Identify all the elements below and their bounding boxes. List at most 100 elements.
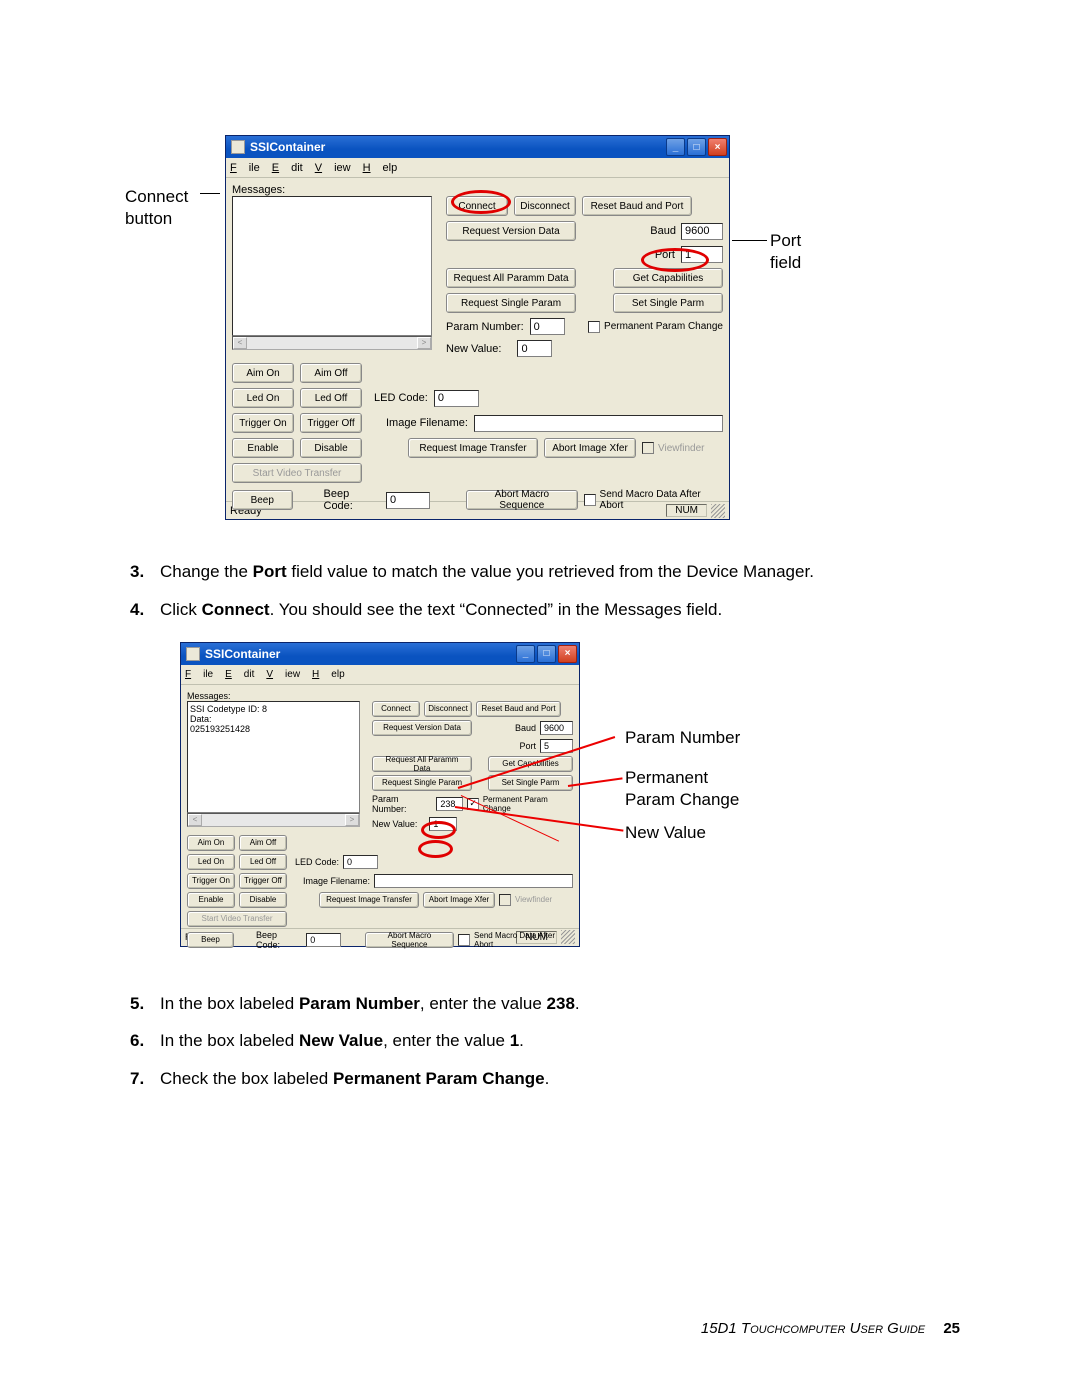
set-single-parm-button[interactable]: Set Single Parm [613,293,723,313]
led-code-input[interactable]: 0 [343,855,378,869]
abort-macro-button[interactable]: Abort Macro Sequence [466,490,578,510]
image-filename-input[interactable] [474,415,723,432]
window-title: SSIContainer [205,647,516,661]
trigger-off-button[interactable]: Trigger Off [300,413,362,433]
baud-input[interactable]: 9600 [681,223,723,240]
abort-image-button[interactable]: Abort Image Xfer [423,892,495,908]
minimize-button[interactable]: _ [666,138,685,156]
callout-permanent-param: Permanent Param Change [625,767,739,811]
step-7: 7.Check the box labeled Permanent Param … [130,1067,960,1091]
menu-edit[interactable]: Edit [272,162,303,174]
port-label: Port [655,249,675,261]
callout-connect-line [200,193,220,194]
beep-code-input[interactable]: 0 [306,933,340,947]
aim-off-button[interactable]: Aim Off [300,363,362,383]
permanent-param-checkbox[interactable]: Permanent Param Change [588,321,723,333]
callout-param-number: Param Number [625,727,740,749]
titlebar: SSIContainer _ □ × [181,643,579,665]
close-button[interactable]: × [558,645,577,663]
send-macro-checkbox[interactable]: Send Macro Data After Abort [458,931,573,949]
image-filename-label: Image Filename: [303,876,370,886]
messages-box[interactable]: SSI Codetype ID: 8 Data: 025193251428 [187,701,360,813]
app-window-1: SSIContainer _ □ × File Edit View Help M… [225,135,730,520]
start-video-button: Start Video Transfer [187,911,287,927]
led-off-button[interactable]: Led Off [300,388,362,408]
led-on-button[interactable]: Led On [187,854,235,870]
step-6: 6.In the box labeled New Value, enter th… [130,1029,960,1053]
param-number-label: Param Number: [446,321,524,333]
request-single-param-button[interactable]: Request Single Param [446,293,576,313]
viewfinder-checkbox: Viewfinder [642,442,705,454]
beep-button[interactable]: Beep [232,490,293,510]
document-page: Connect button Port field SSIContainer _… [0,0,1080,1171]
menu-help[interactable]: Help [312,669,345,680]
maximize-button[interactable]: □ [687,138,706,156]
menu-view[interactable]: View [266,669,300,680]
connect-button[interactable]: Connect [446,196,508,216]
request-image-button[interactable]: Request Image Transfer [319,892,419,908]
set-single-parm-button[interactable]: Set Single Parm [488,775,573,791]
messages-box[interactable] [232,196,432,336]
abort-image-button[interactable]: Abort Image Xfer [544,438,636,458]
request-single-param-button[interactable]: Request Single Param [372,775,472,791]
menu-help[interactable]: Help [363,162,398,174]
maximize-button[interactable]: □ [537,645,556,663]
led-off-button[interactable]: Led Off [239,854,287,870]
menu-file[interactable]: File [185,669,213,680]
new-value-input[interactable]: 0 [517,340,552,357]
get-capabilities-button[interactable]: Get Capabilities [613,268,723,288]
beep-button[interactable]: Beep [187,932,234,948]
connect-button[interactable]: Connect [372,701,420,717]
beep-code-input[interactable]: 0 [386,492,430,509]
reset-baud-port-button[interactable]: Reset Baud and Port [582,196,692,216]
enable-button[interactable]: Enable [232,438,294,458]
baud-label: Baud [650,225,676,237]
close-button[interactable]: × [708,138,727,156]
request-image-button[interactable]: Request Image Transfer [408,438,538,458]
aim-on-button[interactable]: Aim On [232,363,294,383]
disable-button[interactable]: Disable [239,892,287,908]
request-version-button[interactable]: Request Version Data [446,221,576,241]
window-body: Messages: <> Connect Disconnect Reset Ba… [226,178,729,501]
scrollbar-horizontal[interactable]: <> [187,813,360,827]
image-filename-input[interactable] [374,874,573,888]
param-number-input[interactable]: 238 [436,797,463,811]
enable-button[interactable]: Enable [187,892,235,908]
led-code-label: LED Code: [295,857,339,867]
port-input[interactable]: 5 [540,739,573,753]
trigger-on-button[interactable]: Trigger On [232,413,294,433]
port-input[interactable]: 1 [681,246,723,263]
new-value-input[interactable]: 1 [429,817,457,831]
aim-on-button[interactable]: Aim On [187,835,235,851]
request-version-button[interactable]: Request Version Data [372,720,472,736]
disable-button[interactable]: Disable [300,438,362,458]
scrollbar-horizontal[interactable]: <> [232,336,432,350]
window-body: Messages: SSI Codetype ID: 8 Data: 02519… [181,685,579,928]
reset-baud-port-button[interactable]: Reset Baud and Port [476,701,561,717]
aim-off-button[interactable]: Aim Off [239,835,287,851]
minimize-button[interactable]: _ [516,645,535,663]
menu-view[interactable]: View [315,162,351,174]
figure-1-wrap: Connect button Port field SSIContainer _… [130,130,960,530]
led-code-input[interactable]: 0 [434,390,479,407]
menu-edit[interactable]: Edit [225,669,254,680]
param-number-input[interactable]: 0 [530,318,565,335]
step-5: 5.In the box labeled Param Number, enter… [130,992,960,1016]
get-capabilities-button[interactable]: Get Capabilities [488,756,573,772]
led-code-label: LED Code: [374,392,428,404]
disconnect-button[interactable]: Disconnect [514,196,576,216]
trigger-off-button[interactable]: Trigger Off [239,873,287,889]
app-icon [231,140,245,154]
baud-input[interactable]: 9600 [540,721,573,735]
led-on-button[interactable]: Led On [232,388,294,408]
request-all-param-button[interactable]: Request All Paramm Data [446,268,576,288]
menubar: File Edit View Help [181,665,579,685]
disconnect-button[interactable]: Disconnect [424,701,472,717]
trigger-on-button[interactable]: Trigger On [187,873,235,889]
abort-macro-button[interactable]: Abort Macro Sequence [365,932,455,948]
window-title: SSIContainer [250,140,666,154]
permanent-param-checkbox[interactable]: ✓Permanent Param Change [467,795,573,813]
send-macro-checkbox[interactable]: Send Macro Data After Abort [584,489,723,511]
request-all-param-button[interactable]: Request All Paramm Data [372,756,472,772]
menu-file[interactable]: File [230,162,260,174]
